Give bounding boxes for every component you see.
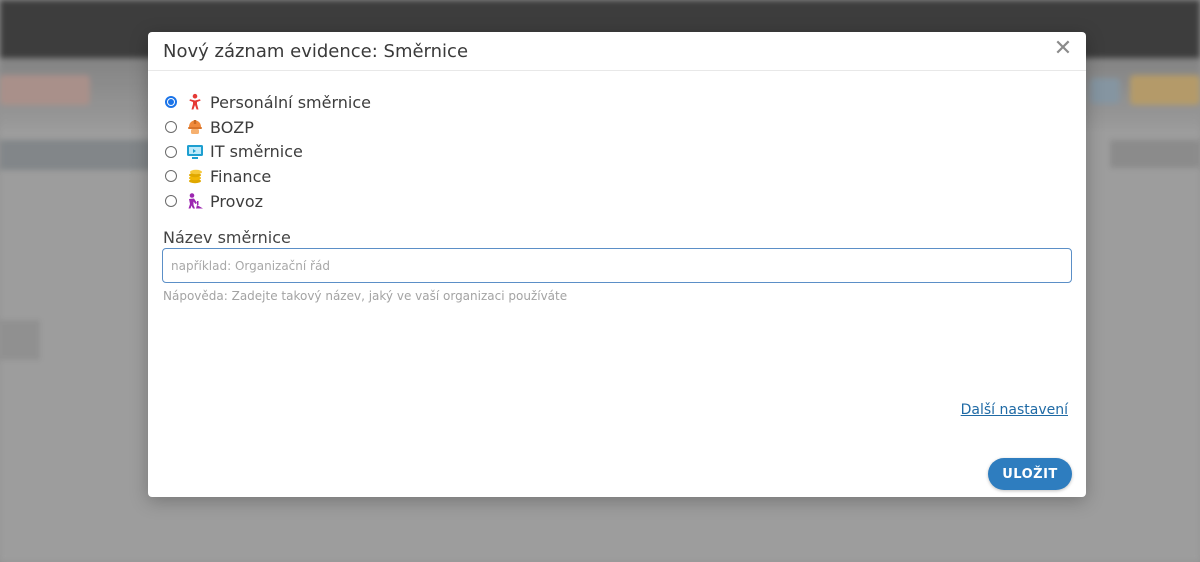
dialog-title: Nový záznam evidence: Směrnice: [163, 41, 469, 62]
radio-option-bozp[interactable]: BOZP: [165, 115, 371, 140]
monitor-icon: [187, 144, 203, 159]
radio-button[interactable]: [165, 145, 177, 158]
dialog-header: Nový záznam evidence: Směrnice ✕: [148, 32, 1086, 71]
radio-option-provoz[interactable]: Provoz: [165, 189, 371, 214]
directive-name-label: Název směrnice: [163, 228, 291, 247]
radio-button[interactable]: [165, 121, 177, 134]
radio-button[interactable]: [165, 96, 177, 109]
radio-option-personal[interactable]: Personální směrnice: [165, 90, 371, 115]
save-button[interactable]: ULOŽIT: [988, 458, 1072, 490]
radio-option-finance[interactable]: Finance: [165, 164, 371, 189]
coins-icon: [189, 170, 202, 184]
radio-label: Finance: [210, 166, 272, 186]
worker-icon: [188, 193, 203, 209]
radio-button[interactable]: [165, 195, 177, 208]
directive-name-input[interactable]: [162, 248, 1072, 283]
radio-label: Provoz: [210, 191, 264, 211]
radio-label: IT směrnice: [210, 142, 303, 162]
hardhat-icon: [188, 120, 202, 135]
radio-label: Personální směrnice: [210, 92, 371, 112]
radio-label: BOZP: [210, 117, 254, 137]
more-settings-link[interactable]: Další nastavení: [961, 402, 1068, 418]
person-icon: [189, 94, 201, 110]
category-radio-group: Personální směrnice BOZP IT směrnice Fin…: [165, 90, 371, 213]
new-record-dialog: Nový záznam evidence: Směrnice ✕ Personá…: [148, 32, 1086, 497]
close-icon[interactable]: ✕: [1052, 38, 1074, 60]
radio-option-it[interactable]: IT směrnice: [165, 139, 371, 164]
radio-button[interactable]: [165, 170, 177, 183]
help-text: Nápověda: Zadejte takový název, jaký ve …: [163, 289, 568, 303]
